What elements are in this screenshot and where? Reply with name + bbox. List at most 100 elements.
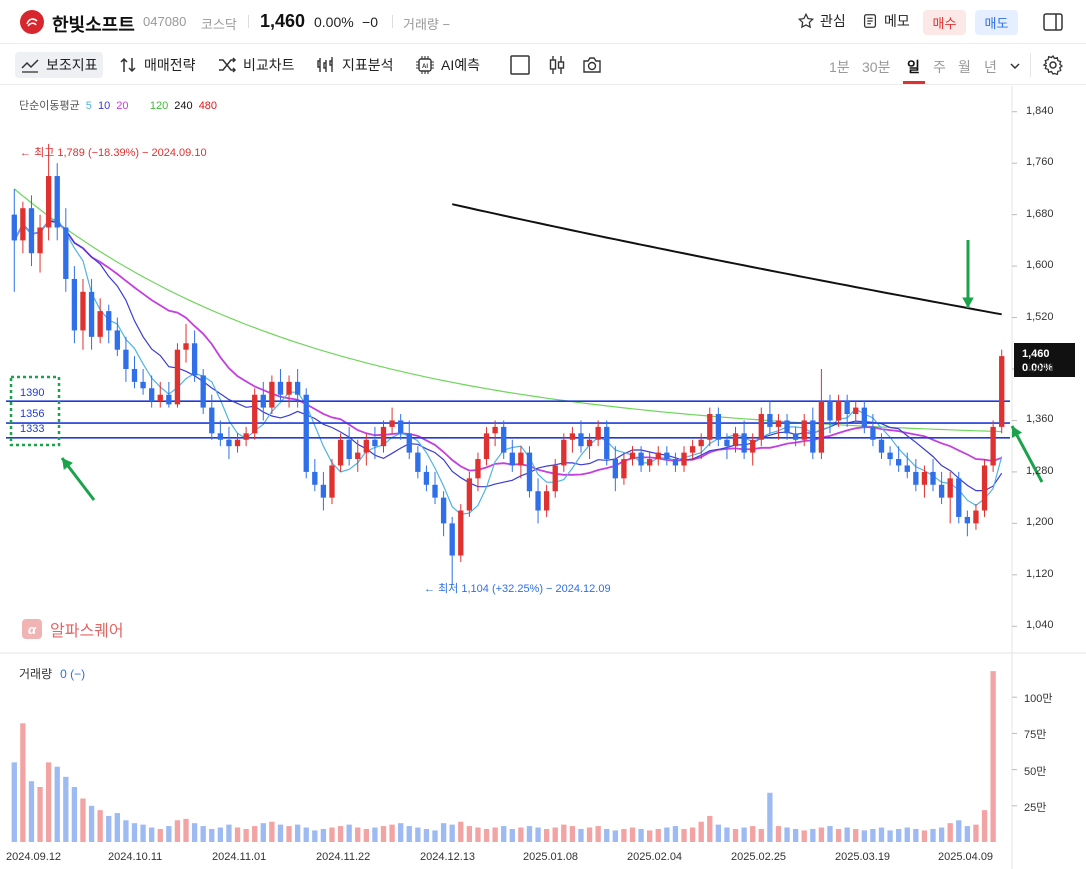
candle-body — [269, 381, 275, 408]
stock-code: 047080 — [143, 14, 187, 29]
candle-body — [973, 510, 979, 524]
volume-bar — [286, 826, 292, 842]
candle-body — [380, 426, 387, 447]
market-name: 코스닥 — [201, 17, 237, 32]
ai-forecast-button[interactable]: AI AI예측 — [410, 52, 485, 78]
volume-bar — [930, 828, 936, 842]
ma10-line — [13, 220, 1003, 492]
period-day[interactable]: 일 — [907, 57, 920, 77]
candle-body — [28, 208, 35, 254]
indicator-button[interactable]: 보조지표 — [15, 52, 103, 78]
volume-bar — [483, 828, 490, 842]
square-draw-icon[interactable] — [509, 54, 531, 76]
candle-body — [913, 471, 919, 485]
period-year[interactable]: 년 — [984, 57, 997, 77]
candle-body — [415, 452, 421, 472]
date-tick-label: 2025.03.19 — [835, 851, 891, 863]
memo-button[interactable]: 메모 — [861, 11, 910, 31]
price-tick-label: 1,280 — [1026, 464, 1054, 477]
high-annotation-text: 최고 1,789 (−18.39%) − 2024.09.10 — [34, 147, 207, 159]
gear-icon[interactable] — [1042, 54, 1064, 76]
low-annotation-text: 최저 1,104 (+32.25%) − 2024.12.09 — [438, 583, 611, 595]
date-tick-label: 2024.12.13 — [420, 851, 476, 863]
candle-body — [423, 471, 430, 485]
compare-button[interactable]: 비교차트 — [212, 52, 300, 78]
side-panel-icon[interactable] — [1042, 11, 1064, 33]
candle-body — [277, 381, 284, 395]
chevron-down-icon[interactable] — [1009, 60, 1021, 72]
volume-bar — [818, 827, 825, 842]
candle-body — [655, 452, 661, 460]
candle-body — [355, 452, 361, 460]
sell-button[interactable]: 매도 — [975, 10, 1018, 35]
strategy-label: 매매전략 — [144, 57, 196, 73]
volume-bar — [853, 828, 859, 842]
date-tick-label: 2024.11.01 — [212, 851, 267, 863]
volume-bar — [312, 830, 318, 842]
volume-bar — [45, 762, 52, 842]
candle-body — [174, 349, 181, 405]
ma480-legend: 480 — [198, 100, 218, 112]
price-tick-label: 1,360 — [1026, 413, 1054, 426]
candle-body — [732, 433, 739, 447]
camera-icon[interactable] — [581, 54, 603, 76]
price-tick-label: 1,760 — [1026, 156, 1054, 169]
volume-bar — [604, 828, 610, 842]
period-30min[interactable]: 30분 — [862, 57, 890, 77]
date-tick-label: 2024.10.11 — [108, 851, 163, 863]
analysis-icon — [317, 57, 333, 72]
volume-bar — [183, 818, 189, 842]
candle-type-icon[interactable] — [546, 54, 568, 76]
volume-bar — [458, 821, 464, 842]
volume-bar — [200, 826, 206, 842]
volume-bar — [157, 828, 163, 842]
toolbar-divider — [1030, 53, 1031, 77]
header-divider — [248, 15, 249, 28]
candle-body — [526, 452, 533, 492]
volume-bar — [698, 821, 704, 842]
ma20-legend: 20 — [116, 100, 129, 112]
volume-bar — [372, 827, 378, 842]
volume-bar — [234, 827, 241, 842]
candle-body — [243, 433, 249, 440]
candle-body — [938, 484, 945, 498]
ai-chip-icon: AI — [416, 56, 434, 74]
period-month[interactable]: 월 — [958, 57, 971, 77]
volume-bar — [406, 826, 412, 842]
candle-body — [758, 414, 764, 440]
svg-text:AI: AI — [422, 64, 428, 70]
volume-bar — [569, 826, 576, 842]
volume-bar — [337, 826, 344, 842]
candle-body — [792, 433, 799, 440]
price-tick-label: 1,840 — [1026, 104, 1054, 117]
candle-body — [715, 414, 722, 440]
candle-body — [543, 491, 550, 511]
volume-bar — [810, 828, 816, 842]
volume-bar — [415, 827, 421, 842]
change-amount-value: 0 — [370, 14, 378, 30]
ma5-legend: 5 — [85, 100, 92, 112]
volume-bar — [664, 827, 670, 842]
period-1min[interactable]: 1분 — [829, 57, 850, 77]
volume-bar — [71, 786, 78, 842]
volume-bar — [956, 820, 962, 842]
buy-button[interactable]: 매수 — [923, 10, 966, 35]
price-chart[interactable] — [0, 86, 1086, 869]
analysis-button[interactable]: 지표분석 — [311, 52, 399, 78]
date-tick-label: 2025.01.08 — [523, 851, 579, 863]
strategy-button[interactable]: 매매전략 — [113, 52, 201, 78]
volume-bar — [37, 786, 43, 842]
volume-bar — [621, 828, 627, 842]
candle-body — [329, 465, 335, 498]
favorite-button[interactable]: 관심 — [797, 11, 846, 31]
candle-body — [818, 401, 825, 453]
volume-bar — [689, 827, 696, 842]
candle-body — [586, 439, 593, 447]
volume-bar — [432, 830, 438, 842]
volume-tick-label: 50만 — [1024, 765, 1047, 778]
volume-bar — [97, 810, 103, 842]
period-week[interactable]: 주 — [933, 57, 946, 77]
volume-bar — [398, 823, 404, 842]
stock-header: 한빛소프트 047080 코스닥 1,460 0.00% −0 거래량 − 관심… — [0, 0, 1086, 44]
candle-body — [54, 176, 60, 228]
